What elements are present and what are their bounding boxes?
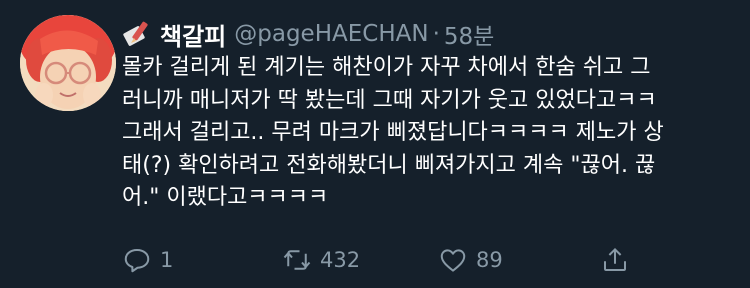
retweet-button[interactable]: 432 bbox=[282, 242, 360, 278]
avatar-image bbox=[20, 15, 116, 111]
tweet-text-line: 러니까 매니저가 딱 봤는데 그때 자기가 웃고 있었다고ㅋㅋ bbox=[122, 87, 657, 113]
share-icon bbox=[604, 247, 626, 271]
display-name[interactable]: 책갈피 bbox=[160, 17, 226, 52]
avatar[interactable] bbox=[20, 15, 116, 111]
tweet-text-line: 태(?) 확인하려고 전화해봤더니 삐져가지고 계속 "끊어. 끊 bbox=[122, 152, 656, 178]
reply-icon bbox=[124, 249, 150, 273]
tweet-text-line: 어." 이랬다고ㅋㅋㅋㅋ bbox=[122, 185, 329, 210]
tweet-text: 몰카 걸리게 된 계기는 해찬이가 자꾸 차에서 한숨 쉬고 그 러니까 매니저… bbox=[122, 52, 732, 215]
tweet-text-line: 그래서 걸리고.. 무려 마크가 삐졌답니다ㅋㅋㅋㅋ 제노가 상 bbox=[122, 120, 664, 145]
tweet-timestamp[interactable]: 58분 bbox=[444, 17, 494, 51]
retweet-count: 432 bbox=[320, 248, 361, 272]
retweet-icon bbox=[283, 250, 311, 270]
tweet-actions: 1 432 89 bbox=[122, 242, 642, 278]
reply-button[interactable]: 1 bbox=[122, 242, 173, 278]
tweet-card[interactable]: 책갈피 @pageHAECHAN · 58분 몰카 걸리게 된 계기는 해찬이가… bbox=[0, 0, 750, 288]
heart-icon bbox=[440, 249, 466, 272]
bookmark-pencil-icon bbox=[123, 21, 148, 46]
tweet-text-line: 몰카 걸리게 된 계기는 해찬이가 자꾸 차에서 한숨 쉬고 그 bbox=[122, 55, 651, 80]
reply-count: 1 bbox=[160, 248, 174, 272]
share-button[interactable] bbox=[600, 242, 638, 278]
like-count: 89 bbox=[476, 248, 503, 272]
separator-dot: · bbox=[432, 21, 440, 47]
user-handle[interactable]: @pageHAECHAN bbox=[234, 21, 428, 47]
like-button[interactable]: 89 bbox=[438, 242, 503, 278]
tweet-header: 책갈피 @pageHAECHAN · 58분 bbox=[122, 16, 494, 52]
